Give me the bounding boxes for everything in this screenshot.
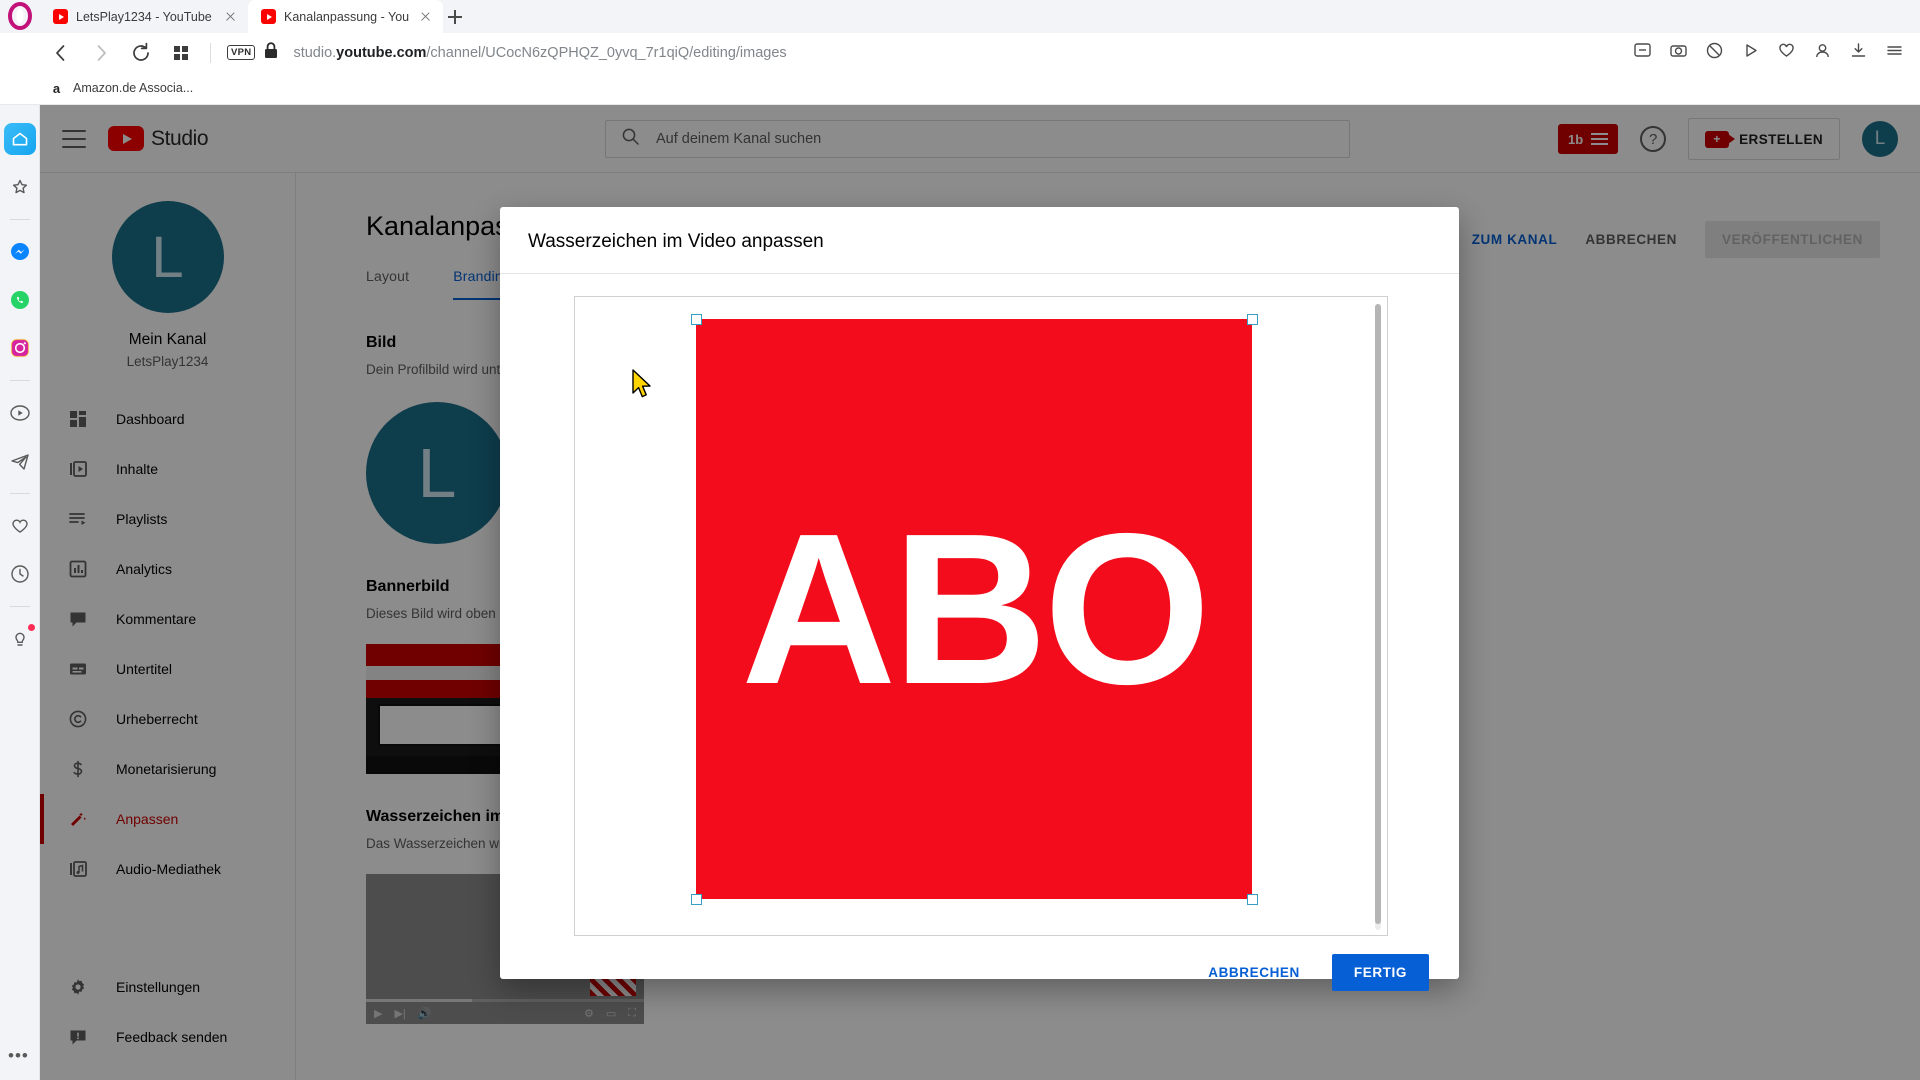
tab-title: Kanalanpassung - YouTube (284, 9, 409, 24)
forward-icon[interactable] (88, 40, 114, 66)
browser-tab-1[interactable]: LetsPlay1234 - YouTube (40, 0, 248, 33)
close-icon[interactable] (222, 9, 238, 25)
youtube-icon (53, 9, 68, 24)
tab-strip: LetsPlay1234 - YouTube Kanalanpassung - … (0, 0, 1920, 33)
dialog-title: Wasserzeichen im Video anpassen (500, 207, 1459, 274)
crop-handle-bottom-right[interactable] (1247, 894, 1258, 905)
vpn-badge[interactable]: VPN (227, 45, 256, 60)
dialog-cancel-button[interactable]: ABBRECHEN (1194, 955, 1314, 990)
history-icon[interactable] (4, 558, 36, 590)
dialog-footer: ABBRECHEN FERTIG (500, 954, 1459, 991)
instagram-icon[interactable] (4, 332, 36, 364)
home-icon[interactable] (3, 123, 36, 155)
back-icon[interactable] (48, 40, 74, 66)
tips-icon[interactable] (4, 623, 36, 655)
dialog-done-button[interactable]: FERTIG (1331, 954, 1429, 991)
browser-tab-2[interactable]: Kanalanpassung - YouTube (248, 0, 443, 33)
tab-title: LetsPlay1234 - YouTube (76, 9, 212, 24)
crop-handle-top-left[interactable] (691, 314, 702, 325)
lock-icon (264, 42, 278, 63)
crop-scrollbar[interactable] (1375, 304, 1381, 930)
whatsapp-icon[interactable] (4, 284, 36, 316)
download-icon[interactable] (1849, 41, 1868, 65)
url-path: /channel/UCocN6zQPHQZ_0yvq_7r1qiQ/editin… (426, 44, 787, 61)
bookmark-label[interactable]: Amazon.de Associa... (73, 81, 193, 95)
amazon-icon: a (52, 80, 61, 96)
crop-stage[interactable]: ABO (574, 296, 1388, 936)
camera-icon[interactable] (1669, 41, 1688, 65)
close-icon[interactable] (417, 9, 433, 25)
dialog-body: ABO (500, 274, 1459, 954)
tab-grid-icon[interactable] (168, 40, 194, 66)
browser-menu-icon[interactable] (1885, 41, 1904, 65)
notification-dot (27, 624, 35, 631)
browser-chrome: LetsPlay1234 - YouTube Kanalanpassung - … (0, 0, 1920, 105)
reload-icon[interactable] (128, 40, 154, 66)
watermark-image-text: ABO (741, 488, 1211, 729)
bookmarks-bar: a Amazon.de Associa... (0, 72, 1920, 105)
edit-icon[interactable] (1633, 41, 1652, 65)
heart-icon[interactable] (4, 510, 36, 542)
watermark-image[interactable]: ABO (696, 319, 1252, 899)
watermark-crop-dialog: Wasserzeichen im Video anpassen ABO ABBR… (500, 207, 1459, 991)
opera-overflow-icon[interactable]: ••• (8, 1046, 29, 1066)
mouse-cursor-icon (631, 369, 653, 401)
url-host: youtube.com (336, 44, 427, 61)
new-tab-button[interactable] (443, 5, 467, 29)
crop-handle-bottom-left[interactable] (691, 894, 702, 905)
url-bar[interactable]: VPN studio.youtube.com/channel/UCocN6zQP… (227, 42, 1633, 63)
play-icon[interactable] (1741, 41, 1760, 65)
telegram-icon[interactable] (4, 445, 36, 477)
player-icon[interactable] (4, 397, 36, 429)
url-prefix: studio. (293, 44, 337, 61)
opera-logo-icon (6, 2, 34, 30)
crop-handle-top-right[interactable] (1247, 314, 1258, 325)
star-icon[interactable] (4, 171, 36, 203)
block-icon[interactable] (1705, 41, 1724, 65)
messenger-icon[interactable] (4, 236, 36, 268)
opera-sidebar: ••• (0, 105, 40, 1080)
youtube-icon (261, 9, 276, 24)
address-bar: VPN studio.youtube.com/channel/UCocN6zQP… (0, 33, 1920, 72)
heart-icon[interactable] (1777, 41, 1796, 65)
profile-icon[interactable] (1813, 41, 1832, 65)
browser-toolbar-icons (1633, 41, 1920, 65)
